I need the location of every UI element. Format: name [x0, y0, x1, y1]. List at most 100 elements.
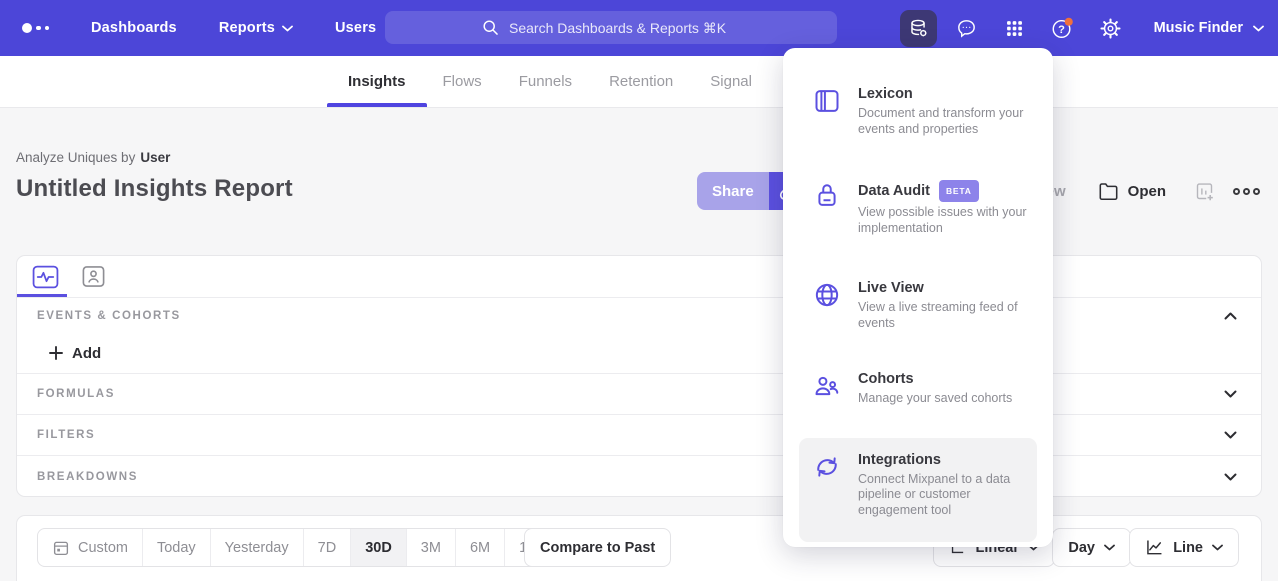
share-label: Share — [712, 183, 754, 200]
open-label: Open — [1128, 183, 1166, 200]
tab-signal[interactable]: Signal — [710, 56, 752, 107]
menu-item-text: Integrations Connect Mixpanel to a data … — [858, 452, 1034, 519]
open-report-button[interactable]: Open — [1098, 182, 1166, 201]
nav-item-dashboards[interactable]: Dashboards — [91, 20, 177, 36]
calendar-icon — [52, 539, 70, 557]
tab-funnels[interactable]: Funnels — [519, 56, 572, 107]
section-label: FILTERS — [37, 429, 95, 441]
range-7d[interactable]: 7D — [304, 529, 352, 566]
chevron-down-icon — [1212, 544, 1223, 551]
tab-label: Signal — [710, 73, 752, 90]
live-view-icon — [813, 280, 843, 309]
range-label: Yesterday — [225, 540, 289, 556]
range-6m[interactable]: 6M — [456, 529, 505, 566]
global-search[interactable] — [385, 11, 837, 44]
menu-item-live-view[interactable]: Live View View a live streaming feed of … — [799, 280, 1037, 331]
person-icon — [81, 265, 106, 288]
report-actions: New Open — [1035, 172, 1260, 210]
search-icon — [481, 18, 500, 37]
eyebrow-entity[interactable]: User — [140, 150, 170, 165]
range-yesterday[interactable]: Yesterday — [211, 529, 304, 566]
menu-item-desc: Manage your saved cohorts — [858, 391, 1034, 407]
database-gear-icon — [907, 17, 930, 40]
chevron-down-icon[interactable] — [1224, 431, 1237, 439]
range-label: Custom — [78, 540, 128, 556]
section-breakdowns[interactable]: BREAKDOWNS — [17, 456, 1261, 497]
add-event-button[interactable]: Add — [49, 345, 101, 362]
settings-button[interactable] — [1092, 10, 1129, 47]
tab-label: Funnels — [519, 73, 572, 90]
project-switcher[interactable]: Music Finder — [1154, 20, 1264, 36]
range-30d[interactable]: 30D — [351, 529, 407, 566]
button-label: Line — [1173, 540, 1203, 556]
menu-item-lexicon[interactable]: Lexicon Document and transform your even… — [799, 86, 1037, 137]
compare-to-past-button[interactable]: Compare to Past — [524, 528, 671, 567]
builder-view-tabs — [17, 256, 1261, 298]
button-label: Day — [1068, 540, 1095, 556]
line-chart-icon — [1145, 539, 1164, 556]
nav-item-label: Users — [335, 20, 376, 36]
menu-item-title: Integrations — [858, 452, 941, 469]
events-add-row: Add — [17, 333, 1261, 374]
menu-item-title: Data Audit — [858, 183, 930, 200]
nav-item-label: Dashboards — [91, 20, 177, 36]
events-view-tab[interactable] — [30, 263, 61, 290]
chat-bubble-icon — [955, 17, 978, 40]
data-management-button[interactable] — [900, 10, 937, 47]
pulse-chart-icon — [32, 265, 59, 289]
range-today[interactable]: Today — [143, 529, 211, 566]
menu-item-text: Data Audit BETA View possible issues wit… — [858, 180, 1034, 236]
nav-item-reports[interactable]: Reports — [219, 20, 293, 36]
apps-grid-button[interactable] — [996, 10, 1033, 47]
tab-flows[interactable]: Flows — [443, 56, 482, 107]
menu-item-title: Live View — [858, 280, 924, 297]
section-formulas[interactable]: FORMULAS — [17, 374, 1261, 415]
report-tabbar: Insights Flows Funnels Retention Signal … — [0, 56, 1278, 108]
primary-nav: Dashboards Reports Users — [91, 20, 376, 36]
share-button[interactable]: Share — [697, 172, 769, 210]
report-eyebrow: Analyze Uniques by User — [16, 150, 170, 165]
active-tab-underline — [17, 294, 67, 297]
menu-item-desc: Connect Mixpanel to a data pipeline or c… — [858, 472, 1034, 519]
search-input[interactable] — [509, 20, 741, 36]
section-events-cohorts[interactable]: EVENTS & COHORTS — [17, 298, 1261, 333]
integrations-icon — [813, 452, 843, 481]
range-label: Today — [157, 540, 196, 556]
nav-item-users[interactable]: Users — [335, 20, 376, 36]
grid-icon — [1004, 18, 1025, 39]
section-label: BREAKDOWNS — [37, 471, 138, 483]
help-button[interactable]: ? — [1044, 10, 1081, 47]
tab-label: Retention — [609, 73, 673, 90]
range-custom[interactable]: Custom — [38, 529, 143, 566]
section-filters[interactable]: FILTERS — [17, 415, 1261, 456]
add-to-dashboard-button[interactable] — [1194, 181, 1215, 202]
menu-item-desc: Document and transform your events and p… — [858, 106, 1034, 137]
chevron-up-icon[interactable] — [1224, 312, 1237, 320]
eyebrow-text: Analyze Uniques by — [16, 150, 135, 165]
menu-item-integrations[interactable]: Integrations Connect Mixpanel to a data … — [799, 438, 1037, 542]
tab-insights[interactable]: Insights — [348, 56, 406, 107]
tab-retention[interactable]: Retention — [609, 56, 673, 107]
range-3m[interactable]: 3M — [407, 529, 456, 566]
time-controls-panel: Custom Today Yesterday 7D 30D 3M 6M 12M … — [16, 515, 1262, 581]
range-label: 30D — [365, 540, 392, 556]
users-view-tab[interactable] — [78, 263, 109, 290]
gear-icon — [1099, 17, 1122, 40]
chevron-down-icon[interactable] — [1224, 473, 1237, 481]
feedback-button[interactable] — [948, 10, 985, 47]
tab-label: Flows — [443, 73, 482, 90]
menu-item-data-audit[interactable]: Data Audit BETA View possible issues wit… — [799, 180, 1037, 236]
top-navbar: Dashboards Reports Users — [0, 0, 1278, 56]
page-title[interactable]: Untitled Insights Report — [16, 175, 293, 203]
project-name: Music Finder — [1154, 20, 1243, 36]
folder-icon — [1098, 182, 1119, 201]
more-options-button[interactable] — [1233, 188, 1260, 195]
menu-item-desc: View a live streaming feed of events — [858, 300, 1034, 331]
menu-item-cohorts[interactable]: Cohorts Manage your saved cohorts — [799, 371, 1037, 407]
interval-dropdown[interactable]: Day — [1052, 528, 1131, 567]
mixpanel-logo-icon[interactable] — [22, 23, 49, 33]
chart-plus-icon — [1194, 181, 1215, 202]
chevron-down-icon — [1253, 25, 1264, 32]
chart-type-dropdown[interactable]: Line — [1129, 528, 1239, 567]
chevron-down-icon[interactable] — [1224, 390, 1237, 398]
